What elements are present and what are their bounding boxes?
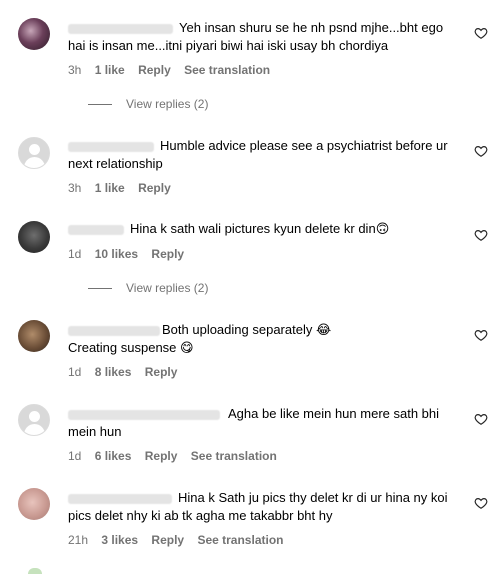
reply-button[interactable]: Reply	[145, 365, 178, 379]
comment-meta: 1d 6 likes Reply See translation	[68, 449, 287, 463]
username-blurred[interactable]	[68, 409, 220, 420]
view-replies-button[interactable]: View replies (2)	[88, 97, 208, 111]
comment-body: Both uploading separately 😂 Creating sus…	[68, 321, 448, 357]
username-blurred[interactable]	[68, 141, 154, 152]
comment-body: Agha be like mein hun mere sath bhi mein…	[68, 405, 448, 441]
comment-time: 3h	[68, 181, 82, 195]
comment-time: 1d	[68, 449, 82, 463]
reply-button[interactable]: Reply	[151, 533, 184, 547]
like-count[interactable]: 8 likes	[95, 365, 132, 379]
comment-text-line2: Creating suspense	[68, 340, 177, 355]
reply-button[interactable]: Reply	[138, 63, 171, 77]
like-count[interactable]: 6 likes	[95, 449, 132, 463]
username-blurred[interactable]	[68, 493, 172, 504]
avatar[interactable]	[18, 137, 50, 169]
comment-meta: 21h 3 likes Reply See translation	[68, 533, 293, 547]
replies-divider	[88, 288, 112, 290]
username-blurred[interactable]	[68, 224, 124, 235]
see-translation-button[interactable]: See translation	[197, 533, 283, 547]
comment-body: Yeh insan shuru se he nh psnd mjhe...bht…	[68, 19, 448, 55]
replies-divider	[88, 104, 112, 106]
heart-icon[interactable]	[474, 328, 488, 342]
like-count[interactable]: 3 likes	[101, 533, 138, 547]
reply-button[interactable]: Reply	[151, 247, 184, 261]
heart-icon[interactable]	[474, 26, 488, 40]
avatar[interactable]	[18, 404, 50, 436]
like-count[interactable]: 10 likes	[95, 247, 138, 261]
username-blurred[interactable]	[68, 23, 173, 34]
heart-icon[interactable]	[474, 412, 488, 426]
default-avatar-shoulders	[24, 157, 45, 168]
comment-time: 1d	[68, 365, 82, 379]
tears-of-joy-emoji: 😂	[315, 322, 332, 337]
avatar[interactable]	[18, 488, 50, 520]
view-replies-label: View replies (2)	[126, 281, 209, 295]
comment-body: Humble advice please see a psychiatrist …	[68, 137, 448, 173]
comment-time: 21h	[68, 533, 89, 547]
comment-meta: 3h 1 like Reply	[68, 181, 181, 195]
view-replies-label: View replies (2)	[126, 97, 209, 111]
view-replies-button[interactable]: View replies (2)	[88, 281, 208, 295]
avatar[interactable]	[18, 18, 50, 50]
heart-icon[interactable]	[474, 496, 488, 510]
reply-button[interactable]: Reply	[145, 449, 178, 463]
default-avatar-head	[29, 411, 40, 422]
yum-face-emoji: 😋	[180, 340, 194, 355]
next-avatar-partial	[28, 568, 42, 574]
comment-body: Hina k sath wali pictures kyun delete kr…	[68, 220, 448, 238]
avatar[interactable]	[18, 320, 50, 352]
upside-down-face-emoji: 🙃	[375, 221, 390, 236]
comment-meta: 1d 8 likes Reply	[68, 365, 187, 379]
comment-meta: 1d 10 likes Reply	[68, 247, 194, 261]
comment-time: 1d	[68, 247, 82, 261]
like-count[interactable]: 1 like	[95, 63, 125, 77]
username-blurred[interactable]	[68, 325, 160, 336]
heart-icon[interactable]	[474, 144, 488, 158]
avatar[interactable]	[18, 221, 50, 253]
comment-time: 3h	[68, 63, 82, 77]
reply-button[interactable]: Reply	[138, 181, 171, 195]
comment-body: Hina k Sath ju pics thy delet kr di ur h…	[68, 489, 448, 525]
like-count[interactable]: 1 like	[95, 181, 125, 195]
default-avatar-shoulders	[24, 424, 45, 435]
comment-text: Hina k sath wali pictures kyun delete kr…	[130, 221, 376, 236]
comment-text-line1: Both uploading separately	[162, 322, 313, 337]
see-translation-button[interactable]: See translation	[191, 449, 277, 463]
default-avatar-head	[29, 144, 40, 155]
see-translation-button[interactable]: See translation	[184, 63, 270, 77]
comment-meta: 3h 1 like Reply See translation	[68, 63, 280, 77]
heart-icon[interactable]	[474, 228, 488, 242]
